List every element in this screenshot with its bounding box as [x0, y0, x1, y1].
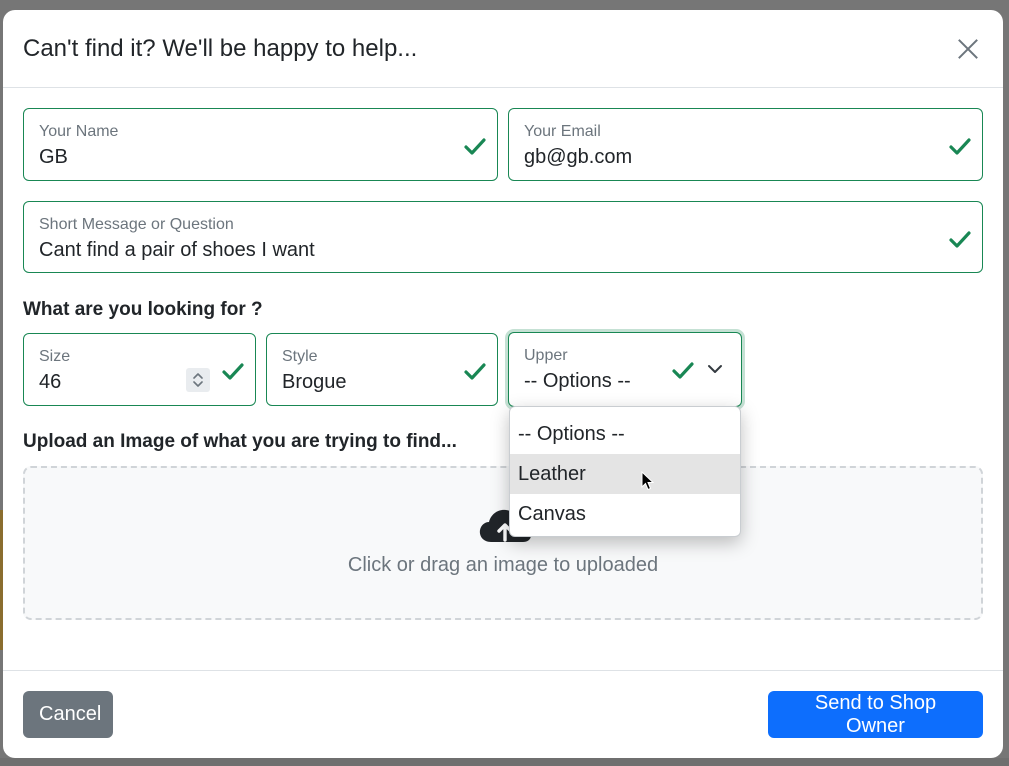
option-canvas[interactable]: Canvas	[510, 494, 740, 534]
email-label: Your Email	[524, 123, 601, 140]
background-page-edge	[0, 758, 1009, 766]
checkmark-icon	[464, 135, 486, 157]
name-label: Your Name	[39, 123, 119, 140]
checkmark-icon	[672, 359, 694, 381]
upload-heading: Upload an Image of what you are trying t…	[23, 431, 457, 452]
message-value: Cant find a pair of shoes I want	[39, 239, 315, 261]
checkmark-icon	[949, 228, 971, 250]
size-stepper[interactable]: Size 46	[23, 333, 256, 406]
upload-prompt: Click or drag an image to uploaded	[347, 554, 659, 576]
looking-for-heading: What are you looking for ?	[23, 299, 263, 320]
style-value: Brogue	[282, 371, 347, 393]
upper-options-dropdown: -- Options -- Leather Canvas	[509, 406, 741, 537]
cancel-button[interactable]: Cancel	[23, 691, 113, 738]
chevron-down-icon[interactable]	[705, 359, 725, 379]
image-upload-dropzone[interactable]: Click or drag an image to uploaded	[23, 466, 983, 620]
help-modal: Can't find it? We'll be happy to help...…	[3, 10, 1003, 758]
message-field[interactable]: Short Message or Question Cant find a pa…	[23, 201, 983, 273]
modal-header: Can't find it? We'll be happy to help...	[3, 10, 1003, 88]
name-value: GB	[39, 146, 68, 168]
style-label: Style	[282, 348, 318, 365]
checkmark-icon	[464, 360, 486, 382]
size-value: 46	[39, 371, 62, 393]
upper-select[interactable]: Upper -- Options --	[508, 332, 742, 407]
number-spinner-icon[interactable]	[186, 368, 210, 392]
name-field[interactable]: Your Name GB	[23, 108, 498, 181]
modal-footer: Cancel Send to Shop Owner	[3, 670, 1003, 758]
message-label: Short Message or Question	[39, 216, 234, 233]
mouse-cursor-icon	[641, 470, 655, 491]
style-field[interactable]: Style Brogue	[266, 333, 498, 406]
upper-value: -- Options --	[524, 370, 631, 392]
upper-label: Upper	[524, 347, 568, 364]
send-to-shop-owner-button[interactable]: Send to Shop Owner	[768, 691, 983, 738]
email-field[interactable]: Your Email gb@gb.com	[508, 108, 983, 181]
modal-title: Can't find it? We'll be happy to help...	[23, 34, 418, 62]
checkmark-icon	[222, 360, 244, 382]
checkmark-icon	[949, 135, 971, 157]
size-label: Size	[39, 348, 71, 365]
email-value: gb@gb.com	[524, 146, 633, 168]
close-icon[interactable]	[951, 33, 983, 65]
option-placeholder[interactable]: -- Options --	[510, 414, 740, 454]
option-leather[interactable]: Leather	[510, 454, 740, 494]
